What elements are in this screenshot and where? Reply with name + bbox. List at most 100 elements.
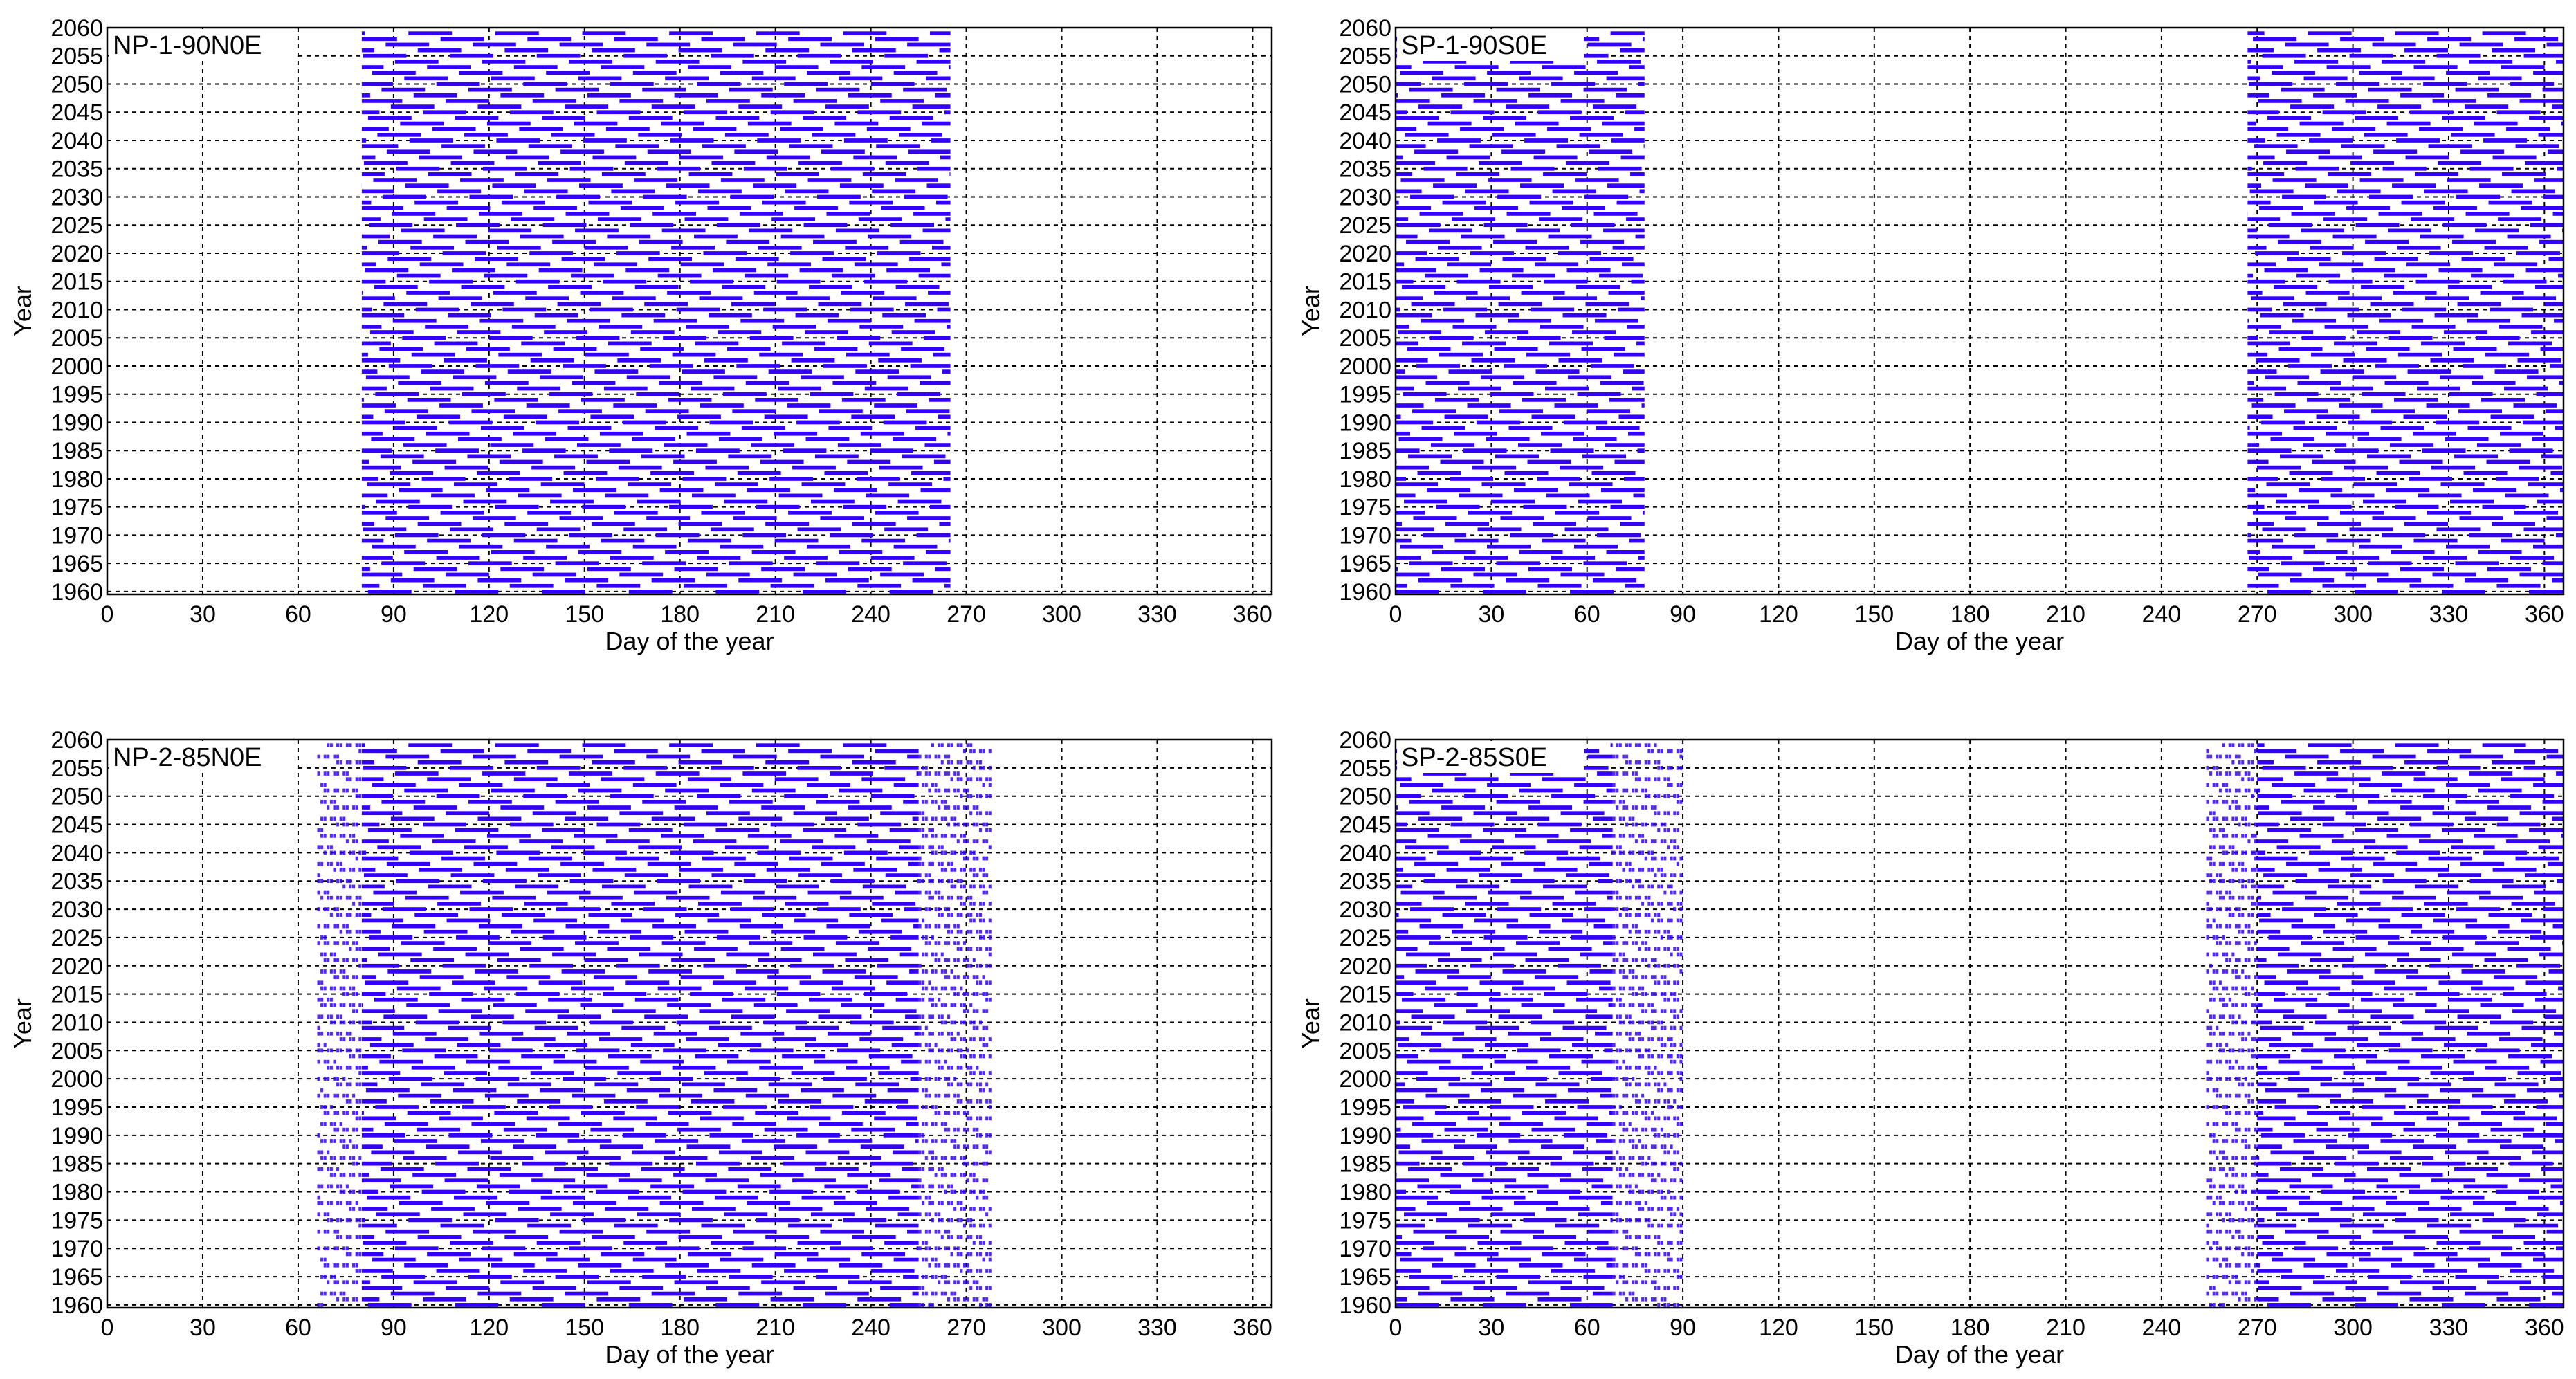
- bar-segment: [2445, 1150, 2489, 1155]
- bar-segment: [621, 1025, 666, 1030]
- bar-segment: [947, 431, 951, 436]
- y-tick-label: 1970: [1339, 522, 1391, 549]
- bar-segment: [893, 437, 936, 441]
- bar-segment: [1560, 572, 1605, 577]
- bar-segment: [2247, 414, 2273, 419]
- bar-segment: [870, 1161, 914, 1166]
- fringe-tick: [329, 816, 333, 821]
- bar-segment: [371, 437, 415, 441]
- bar-segment: [2519, 99, 2564, 103]
- fringe-tick: [950, 1201, 953, 1205]
- bar-segment: [857, 1297, 902, 1302]
- fringe-tick: [1679, 1105, 1683, 1109]
- bar-segment: [745, 986, 789, 991]
- fringe-tick: [928, 1212, 931, 1217]
- fringe-tick: [922, 783, 925, 787]
- fringe-tick: [339, 1048, 342, 1053]
- bar-segment: [2376, 1184, 2420, 1189]
- bar-segment: [684, 217, 729, 221]
- bar-segment: [895, 285, 940, 289]
- bar-segment: [417, 522, 462, 526]
- fringe-tick: [2244, 992, 2247, 996]
- bar-segment: [432, 127, 476, 131]
- bar-segment: [2257, 1020, 2272, 1025]
- fringe-tick: [2241, 1156, 2245, 1160]
- x-tick-label: 150: [565, 601, 604, 628]
- bar-segment: [2409, 1189, 2453, 1194]
- fringe-tick: [1657, 1071, 1661, 1075]
- fringe-tick: [345, 1111, 349, 1115]
- fringe-tick: [956, 1099, 960, 1104]
- fringe-tick: [950, 1020, 953, 1025]
- fringe-tick: [1625, 1093, 1629, 1098]
- fringe-tick: [355, 822, 358, 827]
- bar-segment: [1446, 155, 1490, 160]
- fringe-tick: [1625, 958, 1629, 962]
- bar-segment: [1396, 403, 1424, 408]
- fringe-tick: [352, 1093, 356, 1098]
- fringe-tick: [969, 1286, 973, 1290]
- bar-segment: [820, 754, 864, 759]
- fringe-tick: [934, 834, 938, 838]
- bar-segment: [866, 839, 911, 843]
- fringe-tick: [978, 963, 982, 968]
- fringe-tick: [342, 1156, 346, 1160]
- fringe-tick: [1612, 1139, 1616, 1143]
- bar-segment: [2405, 155, 2449, 160]
- bar-segment: [601, 65, 645, 69]
- fringe-tick: [320, 1031, 324, 1036]
- fringe-tick: [2234, 1077, 2238, 1081]
- bar-segment: [772, 325, 816, 329]
- bar-segment: [484, 381, 529, 385]
- bar-segment: [436, 82, 480, 86]
- bar-segment: [2359, 1257, 2403, 1262]
- bar-segment: [1414, 149, 1459, 154]
- fringe-tick: [2206, 1071, 2209, 1075]
- fringe-tick: [947, 788, 950, 793]
- fringe-tick: [1618, 1014, 1622, 1019]
- fringe-tick: [1638, 929, 1641, 934]
- fringe-tick: [940, 986, 944, 991]
- fringe-tick: [969, 794, 973, 798]
- fringe-tick: [2251, 1173, 2254, 1177]
- fringe-tick: [985, 856, 989, 861]
- fringe-tick: [342, 1144, 346, 1149]
- bar-segment: [446, 99, 489, 103]
- fringe-tick: [962, 884, 966, 889]
- fringe-tick: [985, 794, 989, 798]
- fringe-tick: [1618, 1020, 1622, 1025]
- fringe-tick: [972, 884, 976, 889]
- fringe-tick: [2244, 1173, 2247, 1177]
- bar-segment: [623, 765, 668, 770]
- bar-segment: [1396, 341, 1419, 346]
- bar-segment: [386, 149, 430, 154]
- fringe-tick: [1616, 958, 1619, 962]
- fringe-tick: [950, 1218, 953, 1223]
- fringe-tick: [339, 1082, 342, 1087]
- bar-segment: [373, 890, 417, 895]
- bar-segment: [2346, 206, 2391, 210]
- bar-segment: [774, 1144, 817, 1149]
- bar-segment: [807, 890, 852, 895]
- fringe-tick: [985, 992, 989, 996]
- fringe-tick: [336, 1093, 340, 1098]
- fringe-tick: [2216, 1122, 2219, 1126]
- bar-segment: [1606, 76, 1645, 81]
- bar-segment: [727, 347, 771, 351]
- fringe-tick: [931, 816, 934, 821]
- bar-segment: [848, 1280, 892, 1285]
- bar-segment: [2485, 352, 2530, 357]
- bar-segment: [361, 556, 393, 560]
- bar-segment: [1496, 561, 1540, 566]
- bar-segment: [530, 1071, 574, 1075]
- bar-segment: [1595, 1031, 1613, 1036]
- bar-segment: [1535, 975, 1579, 979]
- bar-segment: [870, 794, 915, 798]
- bar-segment: [1604, 1048, 1613, 1053]
- fringe-tick: [938, 1212, 941, 1217]
- fringe-tick: [950, 1065, 953, 1070]
- fringe-tick: [944, 1280, 947, 1285]
- bar-segment: [1521, 1003, 1565, 1007]
- fringe-tick: [922, 918, 925, 923]
- bar-segment: [2281, 87, 2325, 92]
